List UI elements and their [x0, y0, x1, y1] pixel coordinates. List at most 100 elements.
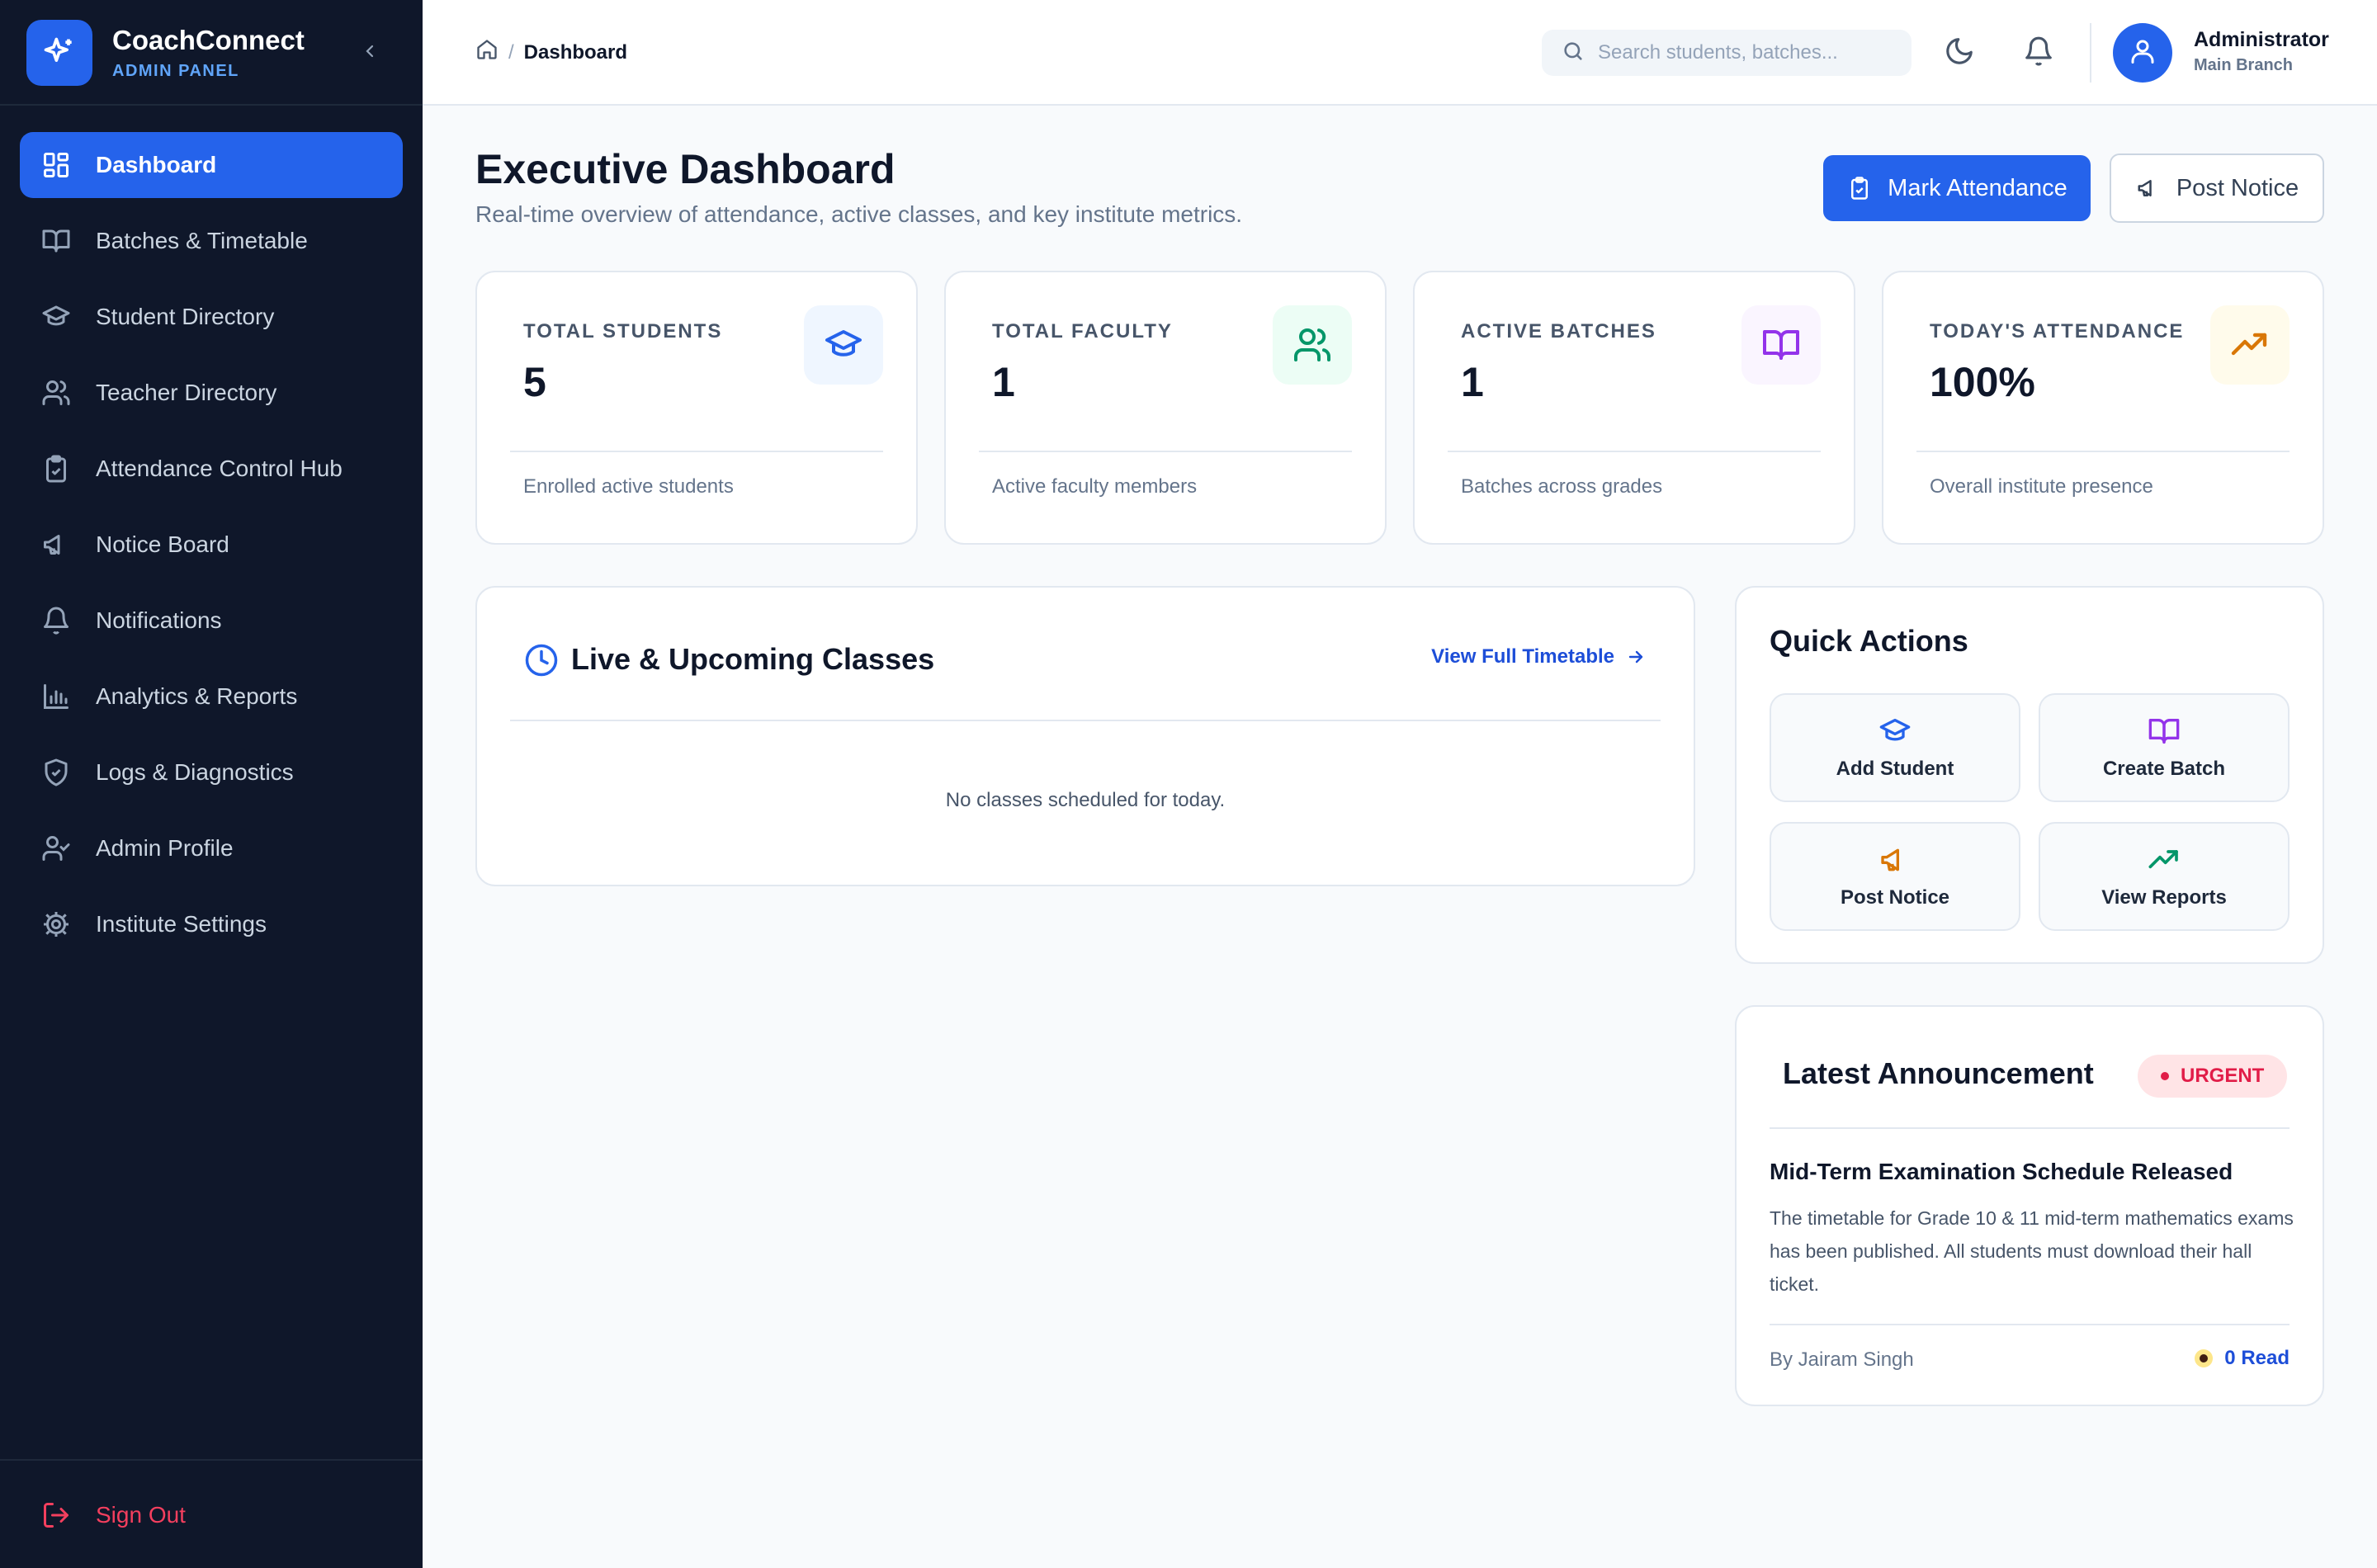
stat-label: TOTAL FACULTY	[992, 320, 1173, 342]
search-input[interactable]	[1598, 41, 1895, 64]
moon-icon	[1944, 35, 1975, 71]
user-check-icon	[40, 832, 73, 865]
quick-post-notice-button[interactable]: Post Notice	[1770, 822, 2020, 931]
urgent-badge: URGENT	[2138, 1055, 2288, 1098]
sidebar-item-teachers[interactable]: Teacher Directory	[20, 360, 403, 426]
top-header: / Dashboard Administrator Main Bran	[423, 0, 2377, 106]
stat-footnote: Active faculty members	[992, 475, 1198, 498]
sidebar-item-settings[interactable]: Institute Settings	[20, 891, 403, 957]
trending-up-icon	[2210, 305, 2290, 385]
user-name: Administrator	[2194, 28, 2329, 51]
stat-divider	[979, 451, 1352, 452]
sidebar-item-admin-profile[interactable]: Admin Profile	[20, 815, 403, 881]
stat-value: 1	[992, 359, 1015, 405]
announcement-headline[interactable]: Mid-Term Examination Schedule Released	[1770, 1159, 2233, 1185]
create-batch-label: Create Batch	[2102, 758, 2226, 780]
shield-check-icon	[40, 756, 73, 789]
stat-divider	[510, 451, 883, 452]
announcement-divider	[1770, 1127, 2290, 1129]
search-box	[1542, 30, 1912, 76]
notifications-button[interactable]	[2022, 36, 2055, 69]
sidebar-item-label: Logs & Diagnostics	[96, 759, 294, 785]
add-student-button[interactable]: Add Student	[1770, 693, 2020, 802]
stat-card-active-batches: ACTIVE BATCHES 1 Batches across grades	[1413, 271, 1855, 545]
brand-name: CoachConnect	[112, 25, 305, 55]
gear-icon	[40, 908, 73, 941]
brand-header: CoachConnect ADMIN PANEL	[0, 0, 423, 106]
header-divider	[2090, 23, 2091, 83]
create-batch-button[interactable]: Create Batch	[2039, 693, 2290, 802]
sidebar-item-notifications[interactable]: Notifications	[20, 588, 403, 654]
dark-mode-toggle[interactable]	[1943, 36, 1976, 69]
post-notice-label: Post Notice	[2176, 174, 2299, 201]
view-full-timetable-link[interactable]: View Full Timetable	[1431, 645, 1647, 668]
trending-up-icon	[2040, 843, 2288, 876]
announcement-title: Latest Announcement	[1783, 1056, 2094, 1090]
quick-actions-panel: Quick Actions Add Student Create Batch P…	[1735, 586, 2324, 964]
latest-announcement-panel: Latest Announcement URGENT Mid-Term Exam…	[1735, 1005, 2324, 1406]
grid-icon	[40, 149, 73, 182]
bar-chart-icon	[40, 680, 73, 713]
megaphone-icon	[40, 528, 73, 561]
mark-attendance-button[interactable]: Mark Attendance	[1823, 155, 2091, 221]
stat-divider	[1916, 451, 2290, 452]
stat-card-todays-attendance: TODAY'S ATTENDANCE 100% Overall institut…	[1882, 271, 2324, 545]
sidebar-item-batches[interactable]: Batches & Timetable	[20, 208, 403, 274]
log-out-icon	[40, 1499, 73, 1532]
brand-subtitle: ADMIN PANEL	[112, 62, 239, 80]
view-reports-button[interactable]: View Reports	[2039, 822, 2290, 931]
sidebar-nav: Dashboard Batches & Timetable Student Di…	[20, 132, 403, 967]
sparkle-logo-icon	[26, 20, 92, 86]
announcement-body: The timetable for Grade 10 & 11 mid-term…	[1770, 1207, 2294, 1295]
graduation-cap-icon	[804, 305, 883, 385]
stat-footnote: Overall institute presence	[1930, 475, 2153, 498]
page-title: Executive Dashboard	[475, 146, 896, 192]
page-subtitle: Real-time overview of attendance, active…	[475, 201, 1243, 227]
stat-card-total-students: TOTAL STUDENTS 5 Enrolled active student…	[475, 271, 918, 545]
sidebar-item-label: Teacher Directory	[96, 380, 277, 405]
view-timetable-label: View Full Timetable	[1431, 645, 1614, 668]
stat-value: 100%	[1930, 359, 2035, 405]
stat-divider	[1448, 451, 1821, 452]
stat-card-total-faculty: TOTAL FACULTY 1 Active faculty members	[944, 271, 1387, 545]
graduation-cap-icon	[1771, 715, 2019, 748]
sidebar-item-dashboard[interactable]: Dashboard	[20, 132, 403, 198]
live-classes-panel: Live & Upcoming Classes View Full Timeta…	[475, 586, 1695, 886]
stat-label: TOTAL STUDENTS	[523, 320, 723, 342]
breadcrumb: / Dashboard	[475, 38, 627, 67]
sidebar-item-attendance[interactable]: Attendance Control Hub	[20, 436, 403, 502]
search-icon	[1562, 40, 1585, 67]
classes-empty-state: No classes scheduled for today.	[945, 789, 1226, 811]
sign-out-button[interactable]: Sign Out	[20, 1481, 403, 1550]
graduation-cap-icon	[40, 300, 73, 333]
users-icon	[40, 376, 73, 409]
sidebar-item-logs[interactable]: Logs & Diagnostics	[20, 739, 403, 805]
stat-label: ACTIVE BATCHES	[1461, 320, 1656, 342]
sidebar-item-label: Dashboard	[96, 152, 217, 177]
read-count-label: 0 Read	[2224, 1347, 2290, 1369]
clock-icon	[523, 642, 560, 678]
sidebar-item-label: Institute Settings	[96, 911, 267, 937]
sidebar-item-label: Analytics & Reports	[96, 683, 298, 709]
post-notice-button[interactable]: Post Notice	[2110, 153, 2324, 223]
home-icon[interactable]	[475, 38, 499, 67]
clipboard-check-icon	[1846, 175, 1873, 201]
avatar[interactable]	[2113, 23, 2172, 83]
sidebar-item-label: Notice Board	[96, 531, 229, 557]
sidebar-item-label: Batches & Timetable	[96, 228, 308, 253]
view-reports-label: View Reports	[2101, 886, 2227, 909]
users-icon	[1273, 305, 1352, 385]
user-branch: Main Branch	[2194, 56, 2294, 74]
sidebar-item-label: Student Directory	[96, 304, 275, 329]
collapse-sidebar-button[interactable]	[357, 40, 383, 66]
stat-label: TODAY'S ATTENDANCE	[1930, 320, 2185, 342]
book-open-icon	[40, 224, 73, 257]
stat-value: 1	[1461, 359, 1484, 405]
sidebar-item-students[interactable]: Student Directory	[20, 284, 403, 350]
sidebar-item-notice-board[interactable]: Notice Board	[20, 512, 403, 578]
announcement-divider	[1770, 1324, 2290, 1325]
chevron-left-icon	[360, 41, 380, 65]
sidebar-item-analytics[interactable]: Analytics & Reports	[20, 664, 403, 730]
sidebar: CoachConnect ADMIN PANEL Dashboard Batch…	[0, 0, 423, 1568]
read-count-link[interactable]: 0 Read	[2195, 1347, 2290, 1370]
